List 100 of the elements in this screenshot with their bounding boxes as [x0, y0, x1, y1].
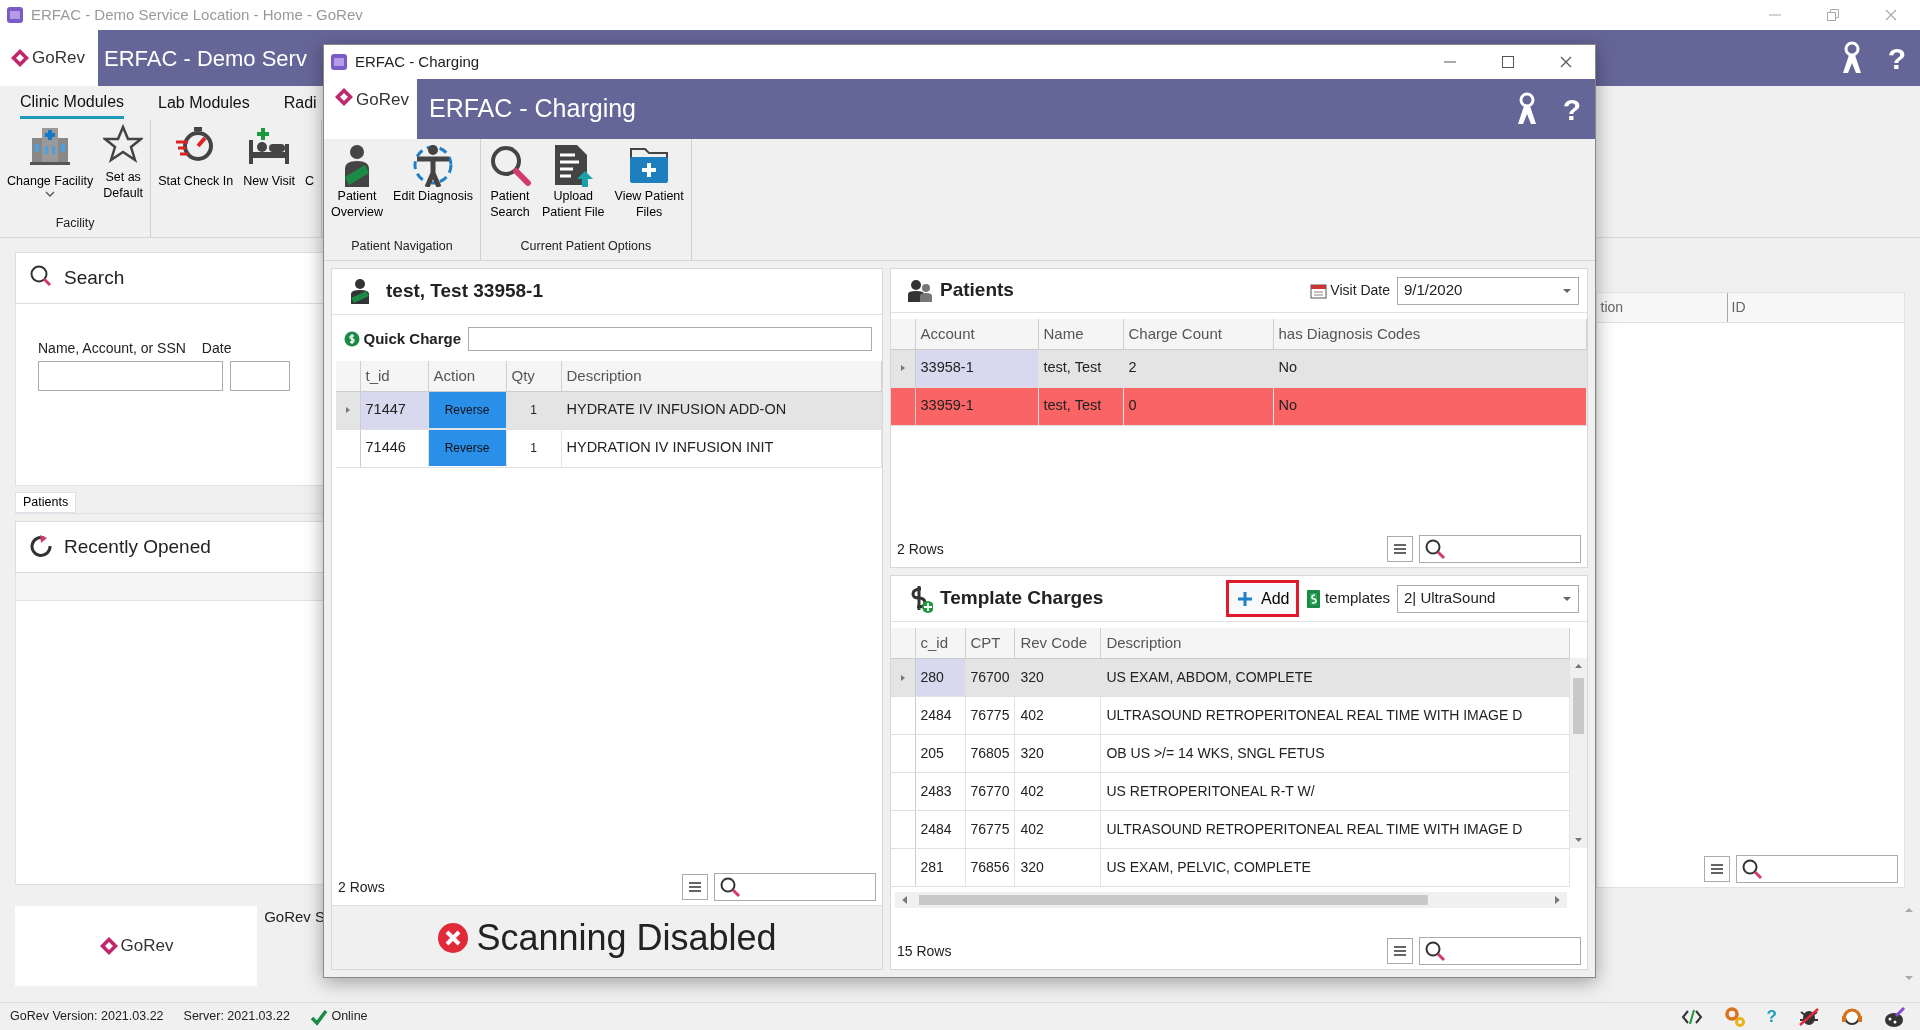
gears-icon[interactable]: [1723, 1005, 1746, 1028]
add-button[interactable]: Add: [1226, 580, 1300, 617]
ribbon-button[interactable]: New Visit: [240, 120, 299, 194]
column-header: CPT: [965, 628, 1015, 658]
ribbon-tab[interactable]: Clinic Modules: [20, 87, 125, 119]
input-field[interactable]: [230, 361, 290, 391]
row-pointer-icon: [899, 673, 906, 682]
ribbon-button[interactable]: Stat Check In: [155, 120, 237, 194]
app-icon: [6, 6, 24, 24]
table-cell: 205: [915, 734, 965, 772]
ribbon-button[interactable]: Edit Diagnosis: [390, 139, 476, 209]
scanning-status: Scanning Disabled: [476, 915, 777, 960]
reverse-button[interactable]: Reverse: [428, 430, 506, 466]
ribbon-tab[interactable]: Lab Modules: [158, 89, 250, 117]
field-label: Date: [201, 339, 232, 358]
ribbon-tab[interactable]: Radi: [283, 89, 317, 117]
search-field[interactable]: [1736, 855, 1898, 883]
column-header: Charge Count: [1123, 319, 1273, 349]
table-cell: 76770: [965, 772, 1015, 810]
logo-icon: [334, 87, 354, 107]
table-cell: 71447: [360, 391, 428, 429]
table-cell: 320: [1014, 734, 1101, 772]
input-field[interactable]: [38, 361, 223, 391]
search-field[interactable]: [1419, 937, 1581, 965]
panel-title: Template Charges: [940, 586, 1104, 611]
table-cell: 33958-1: [915, 349, 1038, 387]
table-cell: 76775: [965, 810, 1015, 848]
caret-icon: [1562, 287, 1572, 294]
column-header: Rev Code: [1014, 628, 1101, 658]
help-icon[interactable]: ?: [1562, 86, 1581, 132]
table-cell: 281: [915, 848, 965, 886]
menu-icon: [1392, 541, 1408, 557]
menu-button[interactable]: [1704, 856, 1730, 882]
table-cell: 402: [1014, 772, 1101, 810]
panel-title: Patients: [940, 278, 1014, 303]
minimize-icon: [1444, 61, 1456, 63]
table-cell: test, Test: [1038, 349, 1123, 387]
ribbon-button[interactable]: Patient Search: [485, 139, 535, 225]
status-text: Online: [331, 1008, 368, 1026]
ribbon-button[interactable]: Set as Default: [100, 120, 147, 206]
error-icon: [437, 921, 470, 954]
ribbon-button[interactable]: View Patient Files: [611, 139, 687, 225]
window-title: ERFAC - Charging: [355, 51, 480, 72]
ribbon-button[interactable]: C: [302, 120, 318, 194]
table-cell: 2483: [915, 772, 965, 810]
template-select[interactable]: 2| UltraSound: [1397, 584, 1579, 613]
column-header: Description: [561, 361, 882, 391]
group-label: Current Patient Options: [519, 238, 653, 256]
ribbon-button[interactable]: Upload Patient File: [539, 139, 608, 225]
row-count: 2 Rows: [897, 539, 944, 559]
bottom-tab[interactable]: Patients: [15, 492, 77, 513]
window-title: ERFAC - Demo Service Location - Home - GoRev: [31, 4, 363, 25]
minimize-icon: [1769, 14, 1781, 16]
table-cell: OB US >/= 14 WKS, SNGL FETUS: [1100, 734, 1570, 772]
menu-button[interactable]: [1387, 536, 1413, 562]
table-cell: 1: [506, 429, 561, 467]
table-cell: US RETROPERITONEAL R-T W/: [1100, 772, 1570, 810]
table-cell: 76805: [965, 734, 1015, 772]
search-title: Search: [64, 265, 125, 290]
menu-button[interactable]: [1387, 938, 1413, 964]
table-cell: ULTRASOUND RETROPERITONEAL REAL TIME WITH IMAGE D: [1100, 810, 1570, 848]
patients-icon: [907, 277, 933, 304]
calendar-icon: [1309, 282, 1327, 299]
input-field[interactable]: [468, 327, 872, 351]
table-cell: 76700: [965, 658, 1015, 696]
search-icon: [719, 876, 741, 898]
bug-icon[interactable]: [1798, 1005, 1820, 1028]
table-cell: 280: [915, 658, 965, 696]
search-field[interactable]: [714, 873, 876, 901]
reverse-button[interactable]: Reverse: [428, 392, 506, 428]
help-icon[interactable]: ?: [1887, 35, 1906, 81]
patient-icon: [348, 277, 372, 306]
search-icon: [1424, 940, 1446, 962]
date-picker[interactable]: 9/1/2020: [1397, 276, 1579, 305]
column-header: t_id: [360, 361, 428, 391]
table-cell: 1: [506, 391, 561, 429]
field-label: templates: [1324, 588, 1390, 609]
column-header: Account: [915, 319, 1038, 349]
menu-button[interactable]: [682, 874, 708, 900]
field-label: Name, Account, or SSN: [38, 339, 186, 358]
table-cell: 71446: [360, 429, 428, 467]
search-field[interactable]: [1419, 535, 1581, 563]
patient-title: test, Test 33958-1: [386, 279, 543, 304]
table-cell: 402: [1014, 810, 1101, 848]
table-cell: 76775: [965, 696, 1015, 734]
table-cell: 2: [1123, 349, 1273, 387]
table-cell: HYDRATE IV INFUSION ADD-ON: [561, 391, 882, 429]
close-icon: [1558, 54, 1574, 70]
table-cell: US EXAM, PELVIC, COMPLETE: [1100, 848, 1570, 886]
table-cell: 2484: [915, 810, 965, 848]
row-pointer-icon: [344, 406, 351, 415]
money-icon: [1306, 588, 1322, 609]
table-cell: No: [1273, 349, 1587, 387]
column-header: has Diagnosis Codes: [1273, 319, 1587, 349]
column-header: Name: [1038, 319, 1123, 349]
ribbon-button[interactable]: Change Facility: [4, 120, 97, 202]
palette-icon[interactable]: [1884, 1005, 1906, 1028]
table-cell: test, Test: [1038, 387, 1123, 425]
table-cell: 0: [1123, 387, 1273, 425]
ribbon-button[interactable]: Patient Overview: [328, 139, 387, 225]
